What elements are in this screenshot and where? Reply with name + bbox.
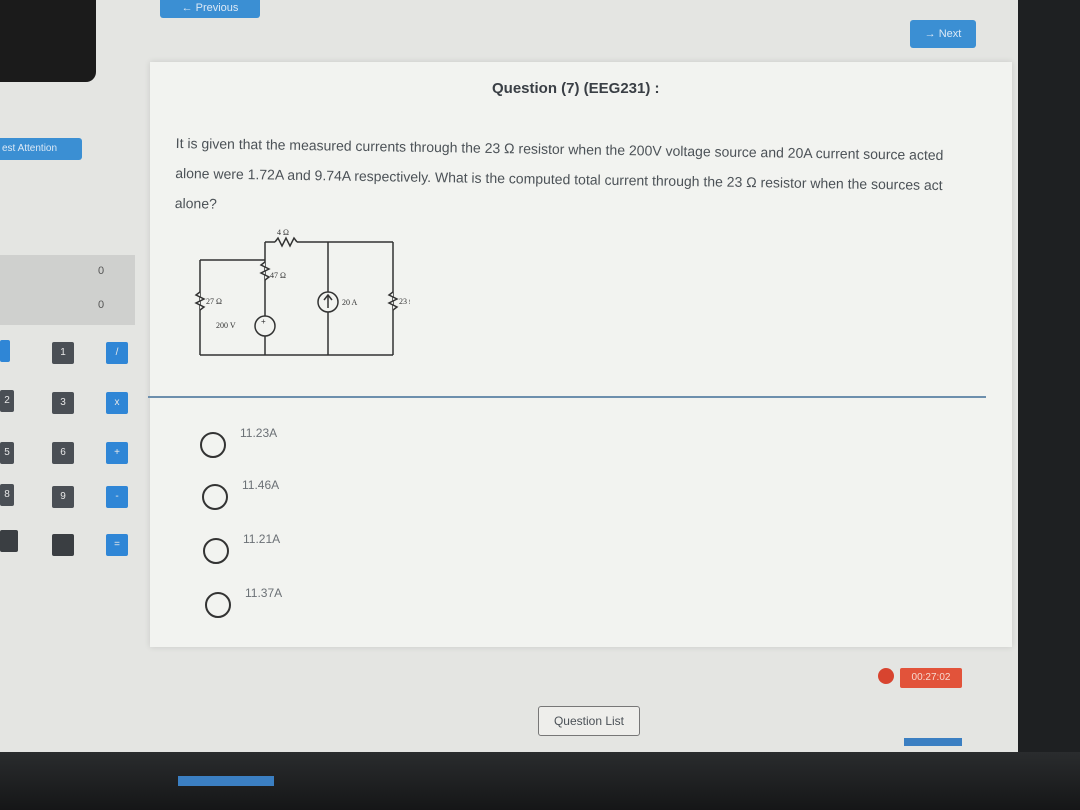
calc-key[interactable]: 1 bbox=[52, 342, 74, 364]
unanswered-count: 0 bbox=[98, 299, 105, 311]
calc-key[interactable]: 9 bbox=[52, 486, 74, 508]
calc-key[interactable]: 8 bbox=[0, 484, 14, 506]
label-r-left: 27 Ω bbox=[206, 297, 222, 306]
option-label: 11.46A bbox=[242, 478, 280, 492]
question-list-button[interactable]: Question List bbox=[538, 706, 640, 736]
label-i-source: 20 A bbox=[342, 298, 358, 307]
answered-count: 0 bbox=[98, 265, 105, 277]
calc-key[interactable]: 2 bbox=[0, 390, 14, 412]
label-r-top: 4 Ω bbox=[277, 228, 289, 237]
calc-key[interactable]: 5 bbox=[0, 442, 14, 464]
radio-button[interactable] bbox=[203, 538, 229, 564]
calc-key[interactable]: 6 bbox=[52, 442, 74, 464]
option-label: 11.37A bbox=[245, 586, 283, 600]
label-v-source: 200 V bbox=[216, 321, 236, 330]
calc-key[interactable] bbox=[0, 340, 10, 362]
calc-key[interactable]: + bbox=[106, 442, 128, 464]
svg-text:+: + bbox=[261, 317, 266, 326]
resistor-23-ohm bbox=[387, 291, 399, 311]
question-title: Question (7) (EEG231) : bbox=[492, 80, 660, 97]
divider bbox=[148, 396, 986, 398]
calc-key[interactable]: 3 bbox=[52, 392, 74, 414]
radio-button[interactable] bbox=[200, 432, 226, 458]
calc-key[interactable]: x bbox=[106, 392, 128, 414]
alarm-icon bbox=[878, 668, 894, 684]
option-label: 11.21A bbox=[243, 532, 281, 546]
webcam-video bbox=[0, 0, 96, 82]
calc-key[interactable] bbox=[0, 530, 18, 552]
previous-button[interactable]: ← Previous bbox=[160, 0, 260, 18]
monitor-bezel bbox=[1018, 0, 1080, 810]
status-panel: 0 0 bbox=[0, 255, 135, 325]
label-r-right: 23 Ω bbox=[399, 297, 410, 306]
countdown-timer: 00:27:02 bbox=[900, 668, 962, 688]
radio-button[interactable] bbox=[205, 592, 231, 618]
next-button[interactable]: → Next bbox=[910, 20, 976, 48]
calc-key[interactable]: = bbox=[106, 534, 128, 556]
attention-button[interactable]: est Attention bbox=[0, 138, 82, 160]
resistor-27-ohm bbox=[194, 291, 206, 311]
calc-key[interactable]: - bbox=[106, 486, 128, 508]
calc-key[interactable] bbox=[52, 534, 74, 556]
scroll-indicator bbox=[904, 738, 962, 746]
radio-button[interactable] bbox=[202, 484, 228, 510]
label-r-mid: 47 Ω bbox=[270, 271, 286, 280]
monitor-bezel-bottom bbox=[0, 752, 1080, 810]
calc-key[interactable]: / bbox=[106, 342, 128, 364]
circuit-diagram: + 4 Ω 47 Ω 27 Ω 200 V 20 A 23 Ω bbox=[194, 228, 410, 356]
option-label: 11.23A bbox=[240, 426, 278, 440]
question-text: It is given that the measured currents t… bbox=[174, 134, 944, 212]
screen: ← Previous → Next est Attention 0 0 2 5 … bbox=[0, 0, 1018, 752]
resistor-4-ohm bbox=[274, 236, 298, 248]
taskbar-highlight bbox=[178, 776, 274, 786]
resistor-47-ohm bbox=[259, 261, 271, 281]
